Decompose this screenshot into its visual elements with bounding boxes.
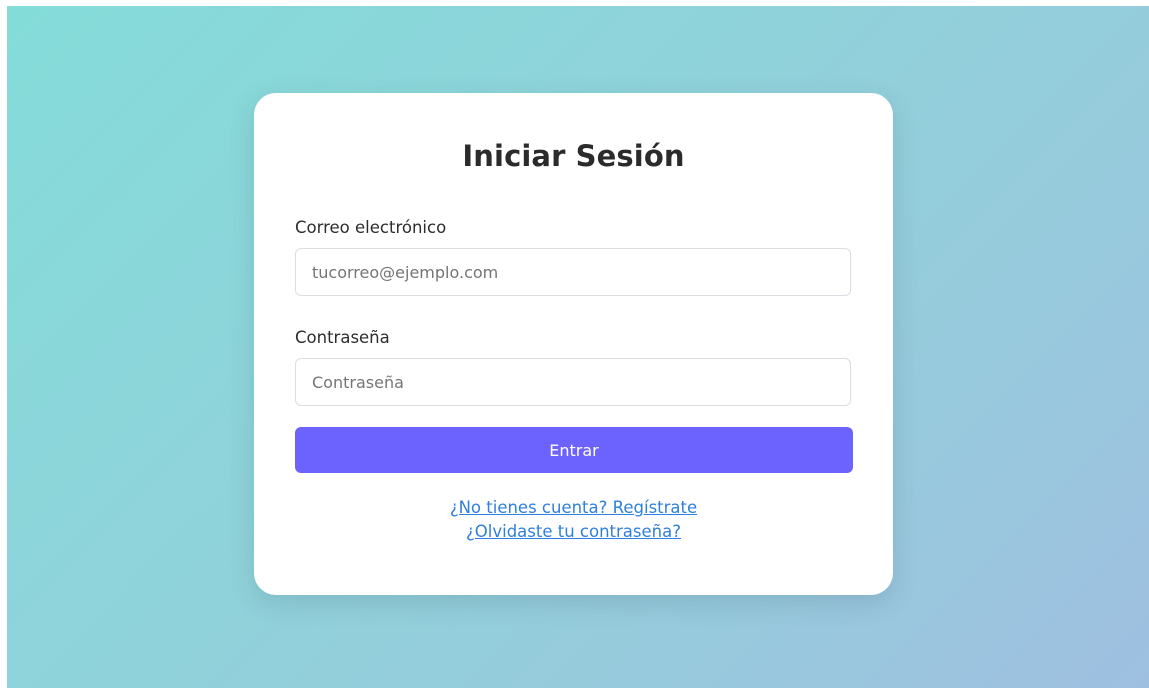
register-link[interactable]: ¿No tienes cuenta? Regístrate (254, 496, 893, 520)
password-label: Contraseña (295, 328, 390, 347)
login-card: Iniciar Sesión Correo electrónico Contra… (254, 93, 893, 595)
page-background: Iniciar Sesión Correo electrónico Contra… (7, 6, 1149, 688)
login-button[interactable]: Entrar (295, 427, 853, 473)
forgot-password-link[interactable]: ¿Olvidaste tu contraseña? (254, 520, 893, 544)
email-label: Correo electrónico (295, 218, 447, 237)
password-input[interactable] (295, 358, 851, 406)
auth-links: ¿No tienes cuenta? Regístrate ¿Olvidaste… (254, 496, 893, 544)
login-title: Iniciar Sesión (462, 139, 685, 173)
email-input[interactable] (295, 248, 851, 296)
